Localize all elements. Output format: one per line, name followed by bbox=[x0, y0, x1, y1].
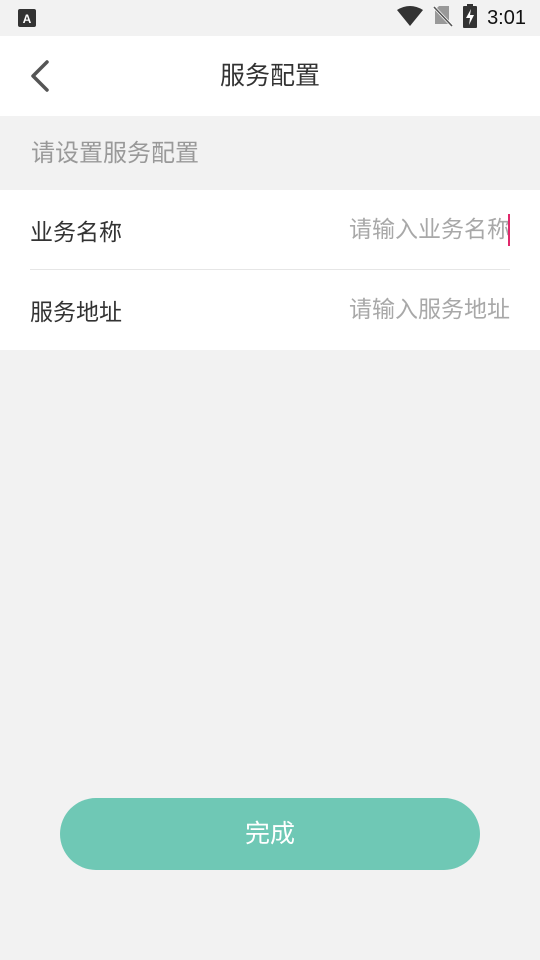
service-address-input[interactable] bbox=[250, 297, 510, 323]
app-notification-icon: A bbox=[18, 9, 36, 31]
text-caret bbox=[508, 214, 510, 246]
app-screen: A 3:01 服务配置 请设置服务配置 业务名称 请输入业务名称 服务地址 请输… bbox=[0, 0, 540, 960]
status-bar: A 3:01 bbox=[0, 0, 540, 36]
config-form: 业务名称 服务地址 bbox=[0, 190, 540, 350]
no-sim-icon bbox=[432, 5, 454, 31]
done-button[interactable]: 完成 bbox=[60, 798, 480, 870]
section-hint: 请设置服务配置 bbox=[31, 139, 199, 167]
business-name-label: 业务名称 bbox=[30, 219, 122, 246]
wifi-icon bbox=[397, 6, 424, 30]
page-title: 服务配置 bbox=[219, 61, 320, 90]
business-name-row: 业务名称 bbox=[30, 190, 510, 270]
status-time: 3:01 bbox=[487, 6, 526, 29]
status-icons: 3:01 bbox=[397, 0, 526, 36]
battery-charging-icon bbox=[463, 4, 478, 32]
svg-text:A: A bbox=[23, 12, 32, 26]
service-address-row: 服务地址 bbox=[30, 270, 510, 350]
title-bar: 服务配置 bbox=[0, 36, 540, 116]
service-address-label: 服务地址 bbox=[30, 300, 122, 326]
business-name-input[interactable] bbox=[250, 216, 510, 243]
